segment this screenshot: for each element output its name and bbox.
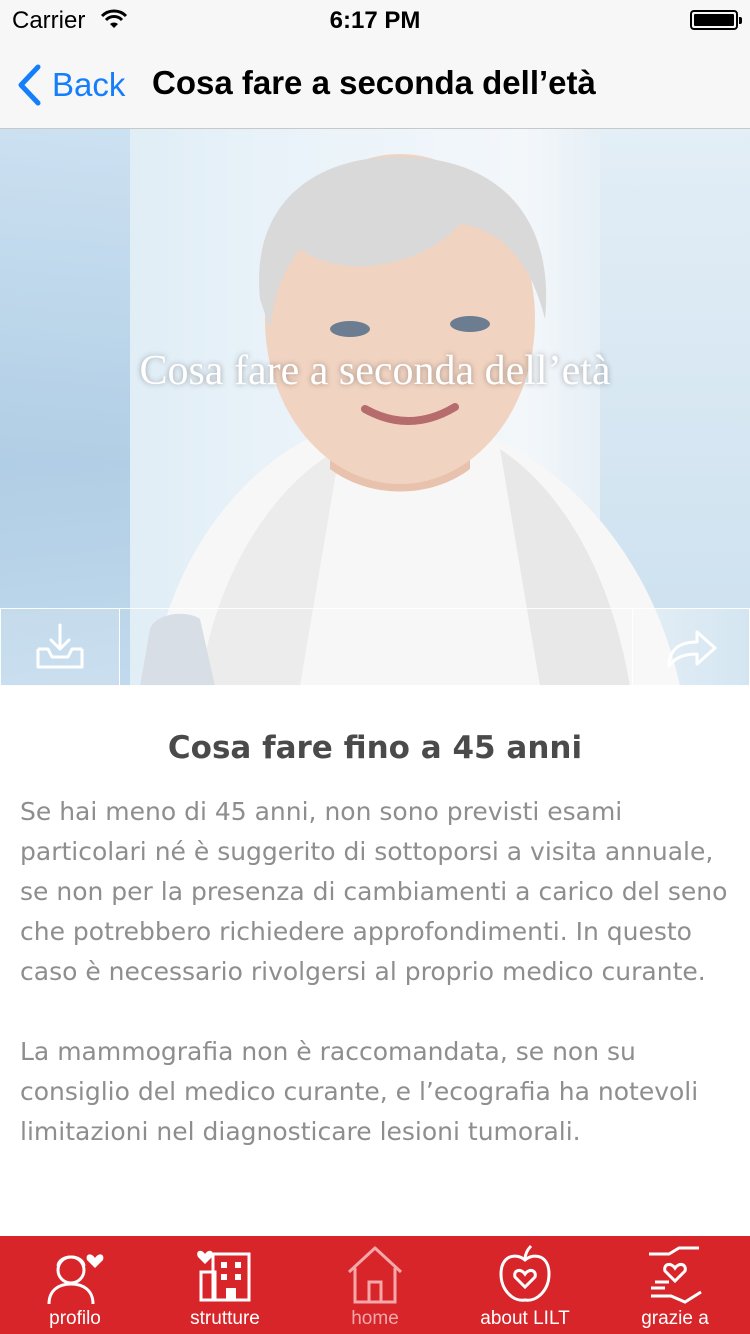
tab-label: home <box>351 1308 399 1329</box>
hands-heart-icon <box>649 1246 702 1304</box>
tab-bar: profilo strutture home about LILT grazie… <box>0 1236 750 1334</box>
woman-portrait-illustration <box>140 154 680 686</box>
status-time: 6:17 PM <box>329 7 421 34</box>
share-button[interactable] <box>632 608 750 686</box>
article-paragraph: La mammografia non è raccomandata, se no… <box>20 1037 699 1146</box>
section-title: Cosa fare fino a 45 anni <box>167 730 583 766</box>
hero-action-spacer <box>119 608 633 686</box>
home-icon <box>347 1246 403 1304</box>
apple-heart-icon <box>499 1244 551 1302</box>
tab-label: strutture <box>190 1308 260 1329</box>
navigation-bar: Back Cosa fare a seconda dell’età <box>0 40 750 129</box>
tab-home[interactable]: home <box>300 1236 450 1334</box>
hero-action-bar <box>0 608 750 686</box>
tab-about-lilt[interactable]: about LILT <box>450 1236 600 1334</box>
tab-label: profilo <box>49 1308 101 1329</box>
chevron-left-icon <box>18 64 41 106</box>
back-label: Back <box>52 66 126 103</box>
battery-icon <box>690 10 742 30</box>
tab-strutture[interactable]: strutture <box>150 1236 300 1334</box>
tab-grazie-a[interactable]: grazie a <box>600 1236 750 1334</box>
download-tray-icon <box>36 623 84 669</box>
profile-heart-icon <box>47 1254 104 1305</box>
back-button[interactable]: Back <box>14 62 125 108</box>
article-content: Cosa fare fino a 45 anni Se hai meno di … <box>0 686 750 1236</box>
hero-image: Cosa fare a seconda dell’età <box>0 129 750 686</box>
page-title: Cosa fare a seconda dell’età <box>152 64 596 101</box>
building-icon <box>197 1250 251 1302</box>
tab-label: grazie a <box>641 1308 709 1329</box>
article-paragraph: Se hai meno di 45 anni, non sono previst… <box>20 797 728 986</box>
status-bar: Carrier 6:17 PM <box>0 0 750 40</box>
hero-title: Cosa fare a seconda dell’età <box>139 348 611 394</box>
download-button[interactable] <box>0 608 120 686</box>
share-arrow-icon <box>667 630 717 668</box>
tab-label: about LILT <box>480 1308 570 1329</box>
tab-profilo[interactable]: profilo <box>0 1236 150 1334</box>
